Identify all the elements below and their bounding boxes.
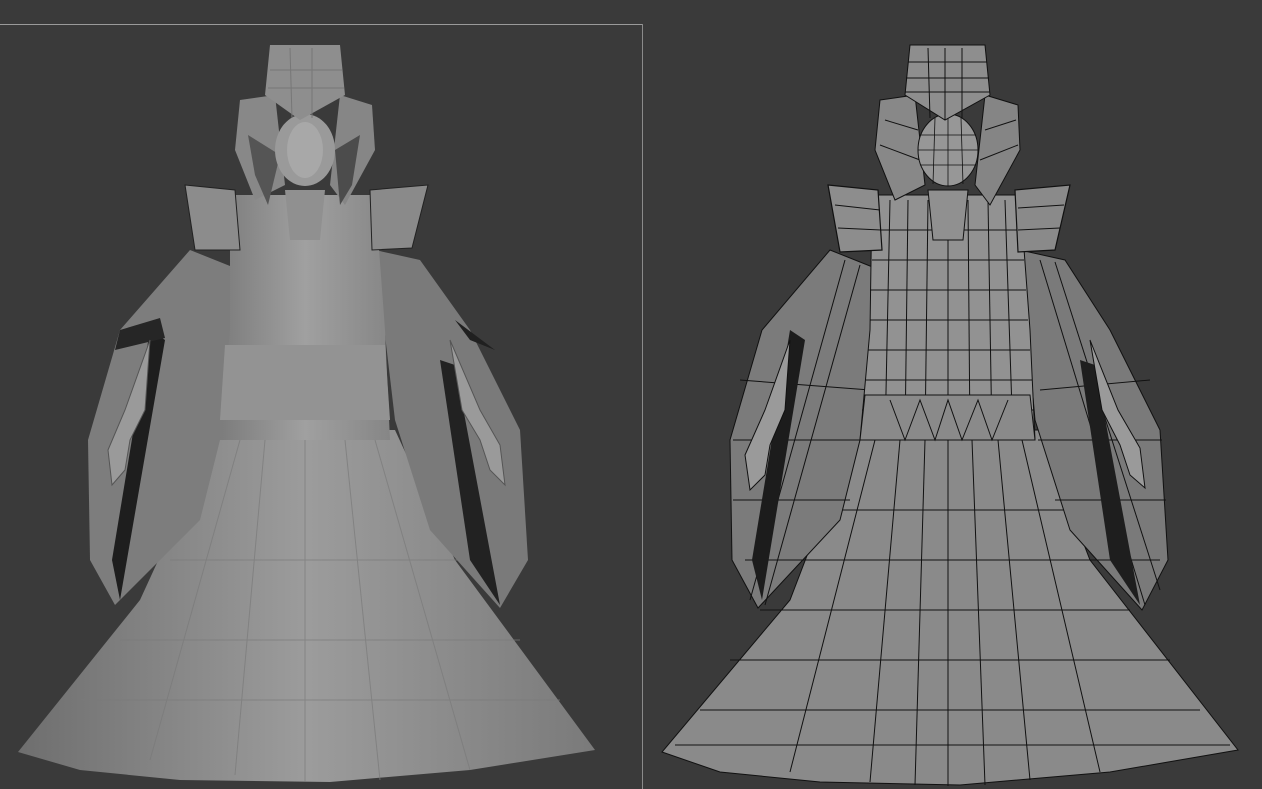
left-shoulder-pad xyxy=(184,184,241,251)
left-shoulder-pad xyxy=(827,184,883,253)
crown xyxy=(265,45,345,120)
wireframe-character-model xyxy=(661,44,1239,786)
viewport-right-wireframe[interactable] xyxy=(643,0,1262,789)
right-shoulder-pad xyxy=(1014,184,1071,253)
crown xyxy=(904,44,991,121)
right-shoulder-pad xyxy=(369,184,429,251)
collar xyxy=(874,94,926,201)
shaded-character-model xyxy=(18,45,595,782)
viewport-left-shaded[interactable] xyxy=(0,0,642,789)
viewport-active-border xyxy=(0,24,643,25)
